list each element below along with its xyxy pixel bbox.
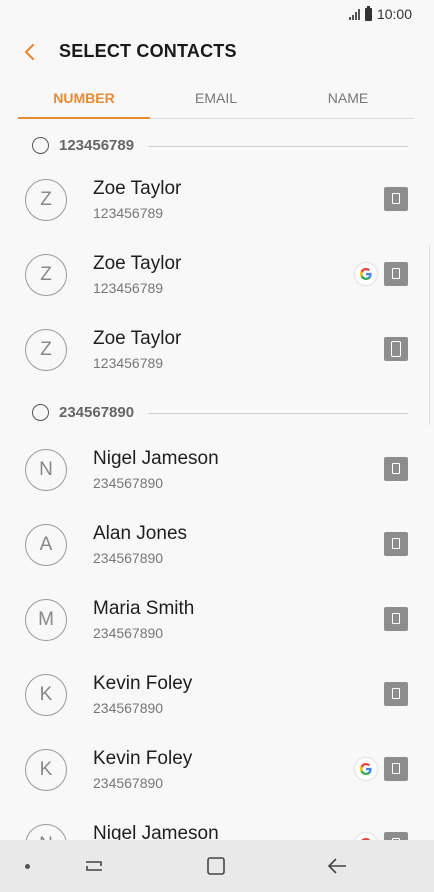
contact-name: Zoe Taylor	[93, 178, 182, 199]
contact-number: 123456789	[93, 205, 164, 221]
group-header: 123456789	[0, 127, 434, 167]
contact-row[interactable]: N Nigel Jameson 234567890	[0, 439, 434, 514]
phone-icon	[384, 337, 408, 361]
contact-number: 234567890	[93, 700, 164, 716]
divider	[148, 413, 408, 414]
sim-icon	[384, 607, 408, 631]
contact-row[interactable]: A Alan Jones 234567890	[0, 514, 434, 589]
contact-row[interactable]: K Kevin Foley 234567890	[0, 739, 434, 814]
back-arrow-icon[interactable]	[326, 856, 348, 876]
nav-bar	[0, 840, 434, 892]
avatar: Z	[25, 179, 67, 221]
edge-panel-handle[interactable]	[429, 245, 434, 425]
page-title: SELECT CONTACTS	[59, 41, 237, 61]
avatar: K	[25, 674, 67, 716]
home-icon[interactable]	[206, 856, 226, 876]
contact-row[interactable]: K Kevin Foley 234567890	[0, 664, 434, 739]
avatar: A	[25, 524, 67, 566]
sim-icon	[384, 757, 408, 781]
sim-icon	[384, 682, 408, 706]
contact-name: Alan Jones	[93, 523, 188, 544]
select-group-radio[interactable]	[32, 404, 49, 421]
contact-name: Kevin Foley	[93, 673, 193, 694]
contact-row[interactable]: Z Zoe Taylor 123456789	[0, 169, 434, 244]
signal-icon	[348, 8, 360, 20]
avatar: N	[25, 824, 67, 840]
contact-number: 234567890	[93, 775, 164, 791]
battery-icon	[364, 5, 372, 21]
sim-icon	[384, 187, 408, 211]
contact-number: 123456789	[93, 280, 164, 296]
contact-row[interactable]: N Nigel Jameson 234567890	[0, 814, 434, 840]
sim-icon	[384, 262, 408, 286]
contact-number: 234567890	[93, 475, 164, 491]
tab-number[interactable]: NUMBER	[18, 84, 150, 119]
dot-icon[interactable]	[25, 864, 30, 869]
avatar: K	[25, 749, 67, 791]
contact-name: Kevin Foley	[93, 748, 193, 769]
contact-row[interactable]: Z Zoe Taylor 123456789	[0, 244, 434, 319]
contact-number: 123456789	[93, 355, 164, 371]
app-header: SELECT CONTACTS	[0, 28, 434, 78]
group-number: 234567890	[59, 404, 135, 421]
contact-number: 234567890	[93, 625, 164, 641]
select-group-radio[interactable]	[32, 137, 49, 154]
contact-list[interactable]: 123456789 Z Zoe Taylor 123456789 Z Zoe T…	[0, 118, 434, 840]
tab-bar: NUMBER EMAIL NAME	[18, 84, 414, 119]
google-icon	[355, 263, 377, 285]
group-number: 123456789	[59, 137, 135, 154]
contact-row[interactable]: Z Zoe Taylor 123456789	[0, 319, 434, 394]
group-header: 234567890	[0, 394, 434, 434]
google-icon	[355, 758, 377, 780]
avatar: Z	[25, 329, 67, 371]
contact-name: Zoe Taylor	[93, 253, 182, 274]
sim-icon	[384, 832, 408, 840]
clock: 10:00	[376, 6, 412, 22]
avatar: Z	[25, 254, 67, 296]
tab-name[interactable]: NAME	[282, 84, 414, 118]
recents-icon[interactable]	[84, 856, 104, 876]
contact-name: Nigel Jameson	[93, 448, 219, 469]
status-bar: 10:00	[0, 0, 434, 28]
avatar: M	[25, 599, 67, 641]
sim-icon	[384, 457, 408, 481]
avatar: N	[25, 449, 67, 491]
tab-email[interactable]: EMAIL	[150, 84, 282, 118]
contact-number: 234567890	[93, 550, 164, 566]
divider	[148, 146, 408, 147]
google-icon	[355, 833, 377, 840]
contact-name: Maria Smith	[93, 598, 195, 619]
contact-row[interactable]: M Maria Smith 234567890	[0, 589, 434, 664]
contact-name: Nigel Jameson	[93, 823, 219, 840]
chevron-left-icon[interactable]	[20, 40, 40, 64]
sim-icon	[384, 532, 408, 556]
contact-name: Zoe Taylor	[93, 328, 182, 349]
